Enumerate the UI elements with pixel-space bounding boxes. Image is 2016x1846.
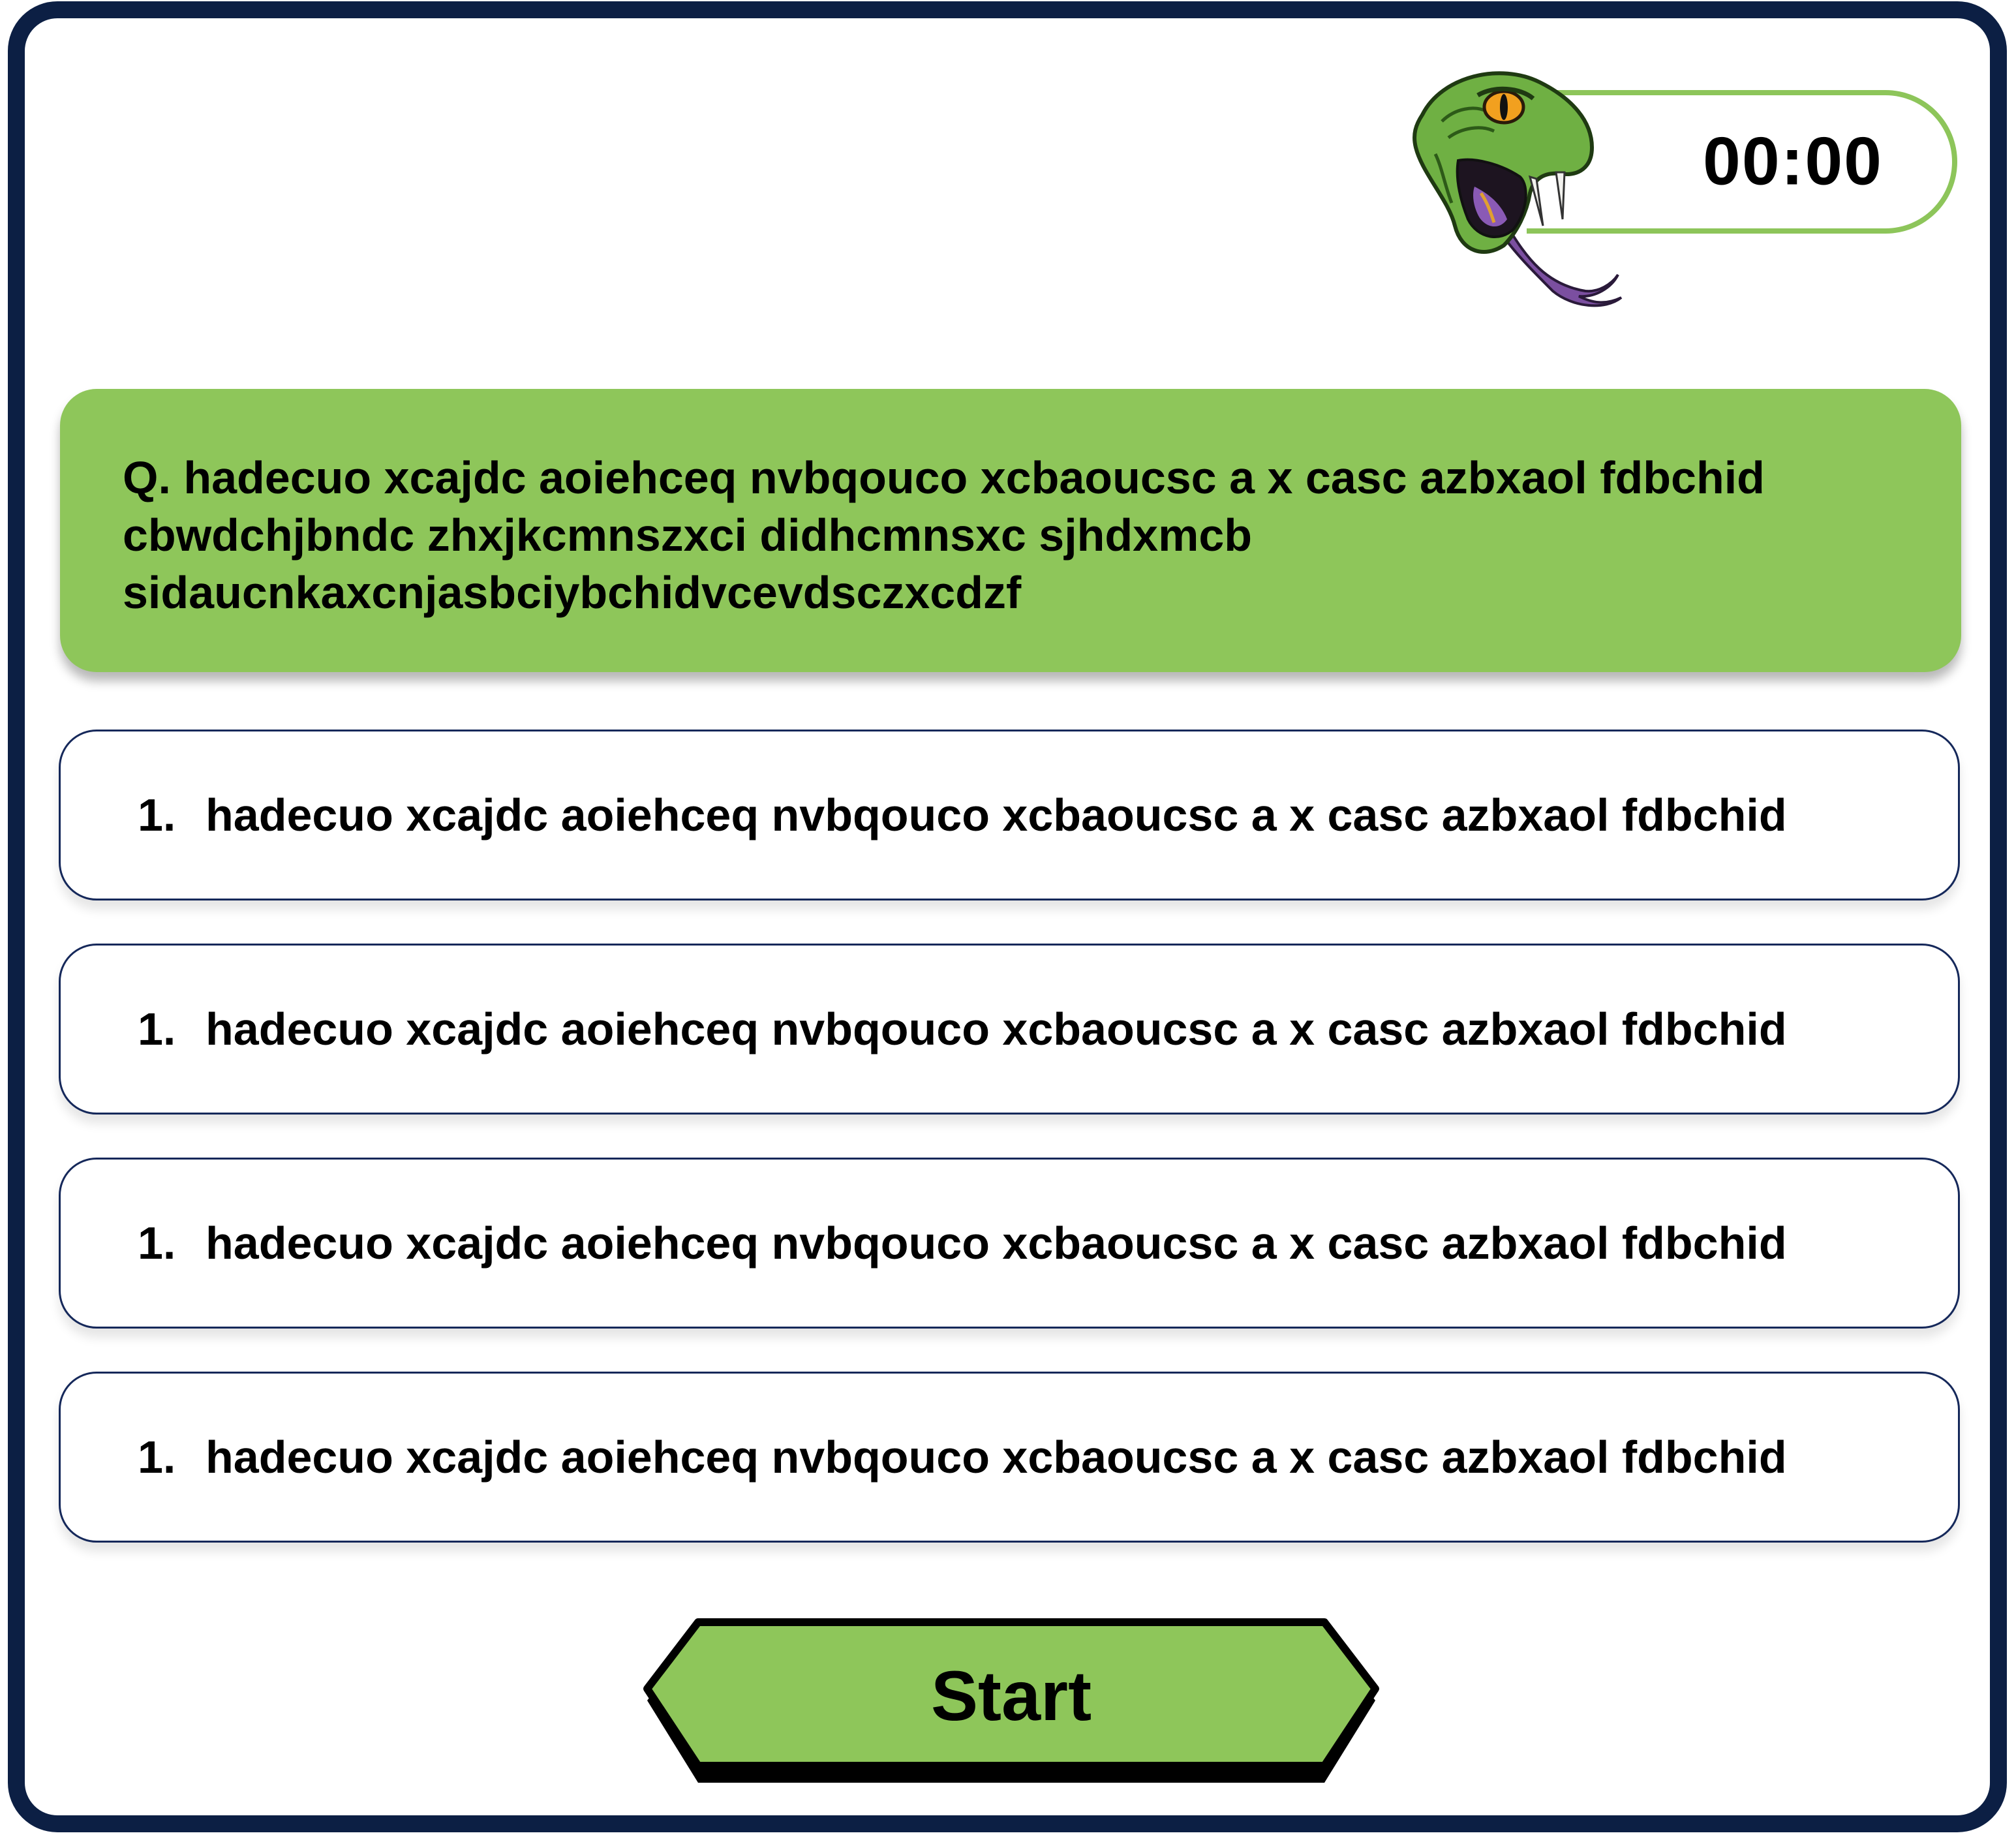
start-button-label: Start: [930, 1655, 1092, 1735]
option-number: 1.: [138, 1218, 176, 1269]
start-button[interactable]: Start: [639, 1617, 1383, 1788]
question-text: Q. hadecuo xcajdc aoiehceq nvbqouco xcba…: [123, 452, 1765, 618]
snake-head-icon: [1413, 71, 1623, 307]
answer-option-3[interactable]: 1. hadecuo xcajdc aoiehceq nvbqouco xcba…: [59, 1158, 1960, 1329]
answer-option-1[interactable]: 1. hadecuo xcajdc aoiehceq nvbqouco xcba…: [59, 730, 1960, 900]
option-text: hadecuo xcajdc aoiehceq nvbqouco xcbaouc…: [206, 1218, 1787, 1269]
option-number: 1.: [138, 1432, 176, 1483]
answer-option-4[interactable]: 1. hadecuo xcajdc aoiehceq nvbqouco xcba…: [59, 1372, 1960, 1543]
option-number: 1.: [138, 790, 176, 840]
option-number: 1.: [138, 1004, 176, 1054]
answer-options: 1. hadecuo xcajdc aoiehceq nvbqouco xcba…: [59, 730, 1960, 1586]
option-text: hadecuo xcajdc aoiehceq nvbqouco xcbaouc…: [206, 1004, 1787, 1054]
timer-text: 00:00: [1703, 123, 1883, 200]
option-text: hadecuo xcajdc aoiehceq nvbqouco xcbaouc…: [206, 1432, 1787, 1483]
question-card: Q. hadecuo xcajdc aoiehceq nvbqouco xcba…: [60, 389, 1961, 672]
option-text: hadecuo xcajdc aoiehceq nvbqouco xcbaouc…: [206, 790, 1787, 840]
answer-option-2[interactable]: 1. hadecuo xcajdc aoiehceq nvbqouco xcba…: [59, 944, 1960, 1115]
